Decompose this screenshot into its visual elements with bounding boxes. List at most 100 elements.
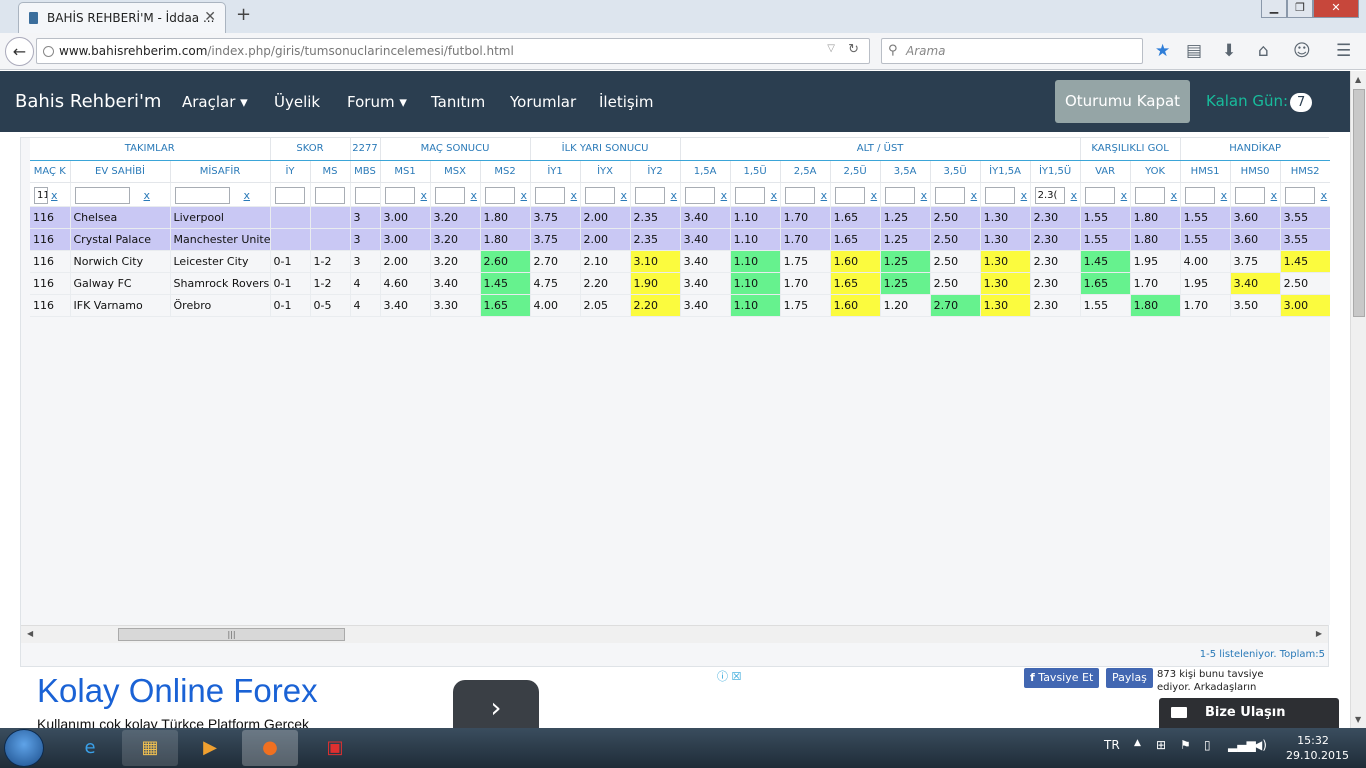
history-dropdown-icon[interactable]: ▽	[827, 43, 835, 54]
filter-input[interactable]	[684, 186, 715, 204]
column-header[interactable]: İY1	[530, 160, 581, 183]
column-header[interactable]: İYX	[580, 160, 631, 183]
column-header[interactable]: HMS0	[1230, 160, 1281, 183]
filter-input[interactable]	[434, 186, 465, 204]
filter-input[interactable]	[584, 186, 615, 204]
contact-button[interactable]: Bize Ulaşın	[1159, 698, 1339, 728]
column-header[interactable]: 2,5Ü	[830, 160, 881, 183]
clear-filter-button[interactable]: x	[871, 189, 878, 202]
filter-input[interactable]	[1284, 186, 1315, 204]
table-row[interactable]: 116 Crystal Palace Manchester United 3 3.00 3…	[30, 228, 1330, 251]
clear-filter-button[interactable]: x	[1271, 189, 1278, 202]
table-row[interactable]: 116 Norwich City Leicester City 0-1 1-2 3 2.00…	[30, 250, 1330, 273]
clear-filter-button[interactable]: x	[1021, 189, 1028, 202]
filter-input[interactable]	[274, 186, 305, 204]
filter-input[interactable]: 2.3(	[1034, 186, 1065, 204]
filter-input[interactable]	[784, 186, 815, 204]
clear-filter-button[interactable]: x	[1171, 189, 1178, 202]
column-header[interactable]: MİSAFİR	[170, 160, 271, 183]
column-header[interactable]: 1,5A	[680, 160, 731, 183]
filter-input[interactable]	[1184, 186, 1215, 204]
nav-uyelik[interactable]: Üyelik	[274, 93, 320, 111]
clear-filter-button[interactable]: x	[144, 189, 151, 202]
filter-input[interactable]	[1134, 186, 1165, 204]
filter-input[interactable]	[1234, 186, 1265, 204]
maximize-icon[interactable]: ❐	[1287, 0, 1313, 18]
back-button-icon[interactable]: ←	[5, 37, 34, 66]
column-header[interactable]: VAR	[1080, 160, 1131, 183]
column-header[interactable]: İY	[270, 160, 311, 183]
filter-input[interactable]	[984, 186, 1015, 204]
column-header[interactable]: İY1,5Ü	[1030, 160, 1081, 183]
start-button[interactable]	[4, 729, 44, 767]
browser-tab[interactable]: BAHİS REHBERİ'M - İddaa ... ✕	[18, 2, 226, 33]
table-row[interactable]: 116 IFK Varnamo Örebro 0-1 0-5 4 3.40 3.30 1.65 4…	[30, 294, 1330, 317]
tray-expand-icon[interactable]: ▲	[1134, 738, 1141, 748]
ie-icon[interactable]: e	[62, 730, 118, 766]
bookmark-star-icon[interactable]: ★	[1155, 41, 1170, 61]
column-header[interactable]: HMS1	[1180, 160, 1231, 183]
power-icon[interactable]: ▯	[1204, 738, 1211, 752]
scroll-down-icon[interactable]: ▼	[1355, 715, 1361, 724]
scroll-right-icon[interactable]: ▶	[1316, 629, 1322, 638]
search-input[interactable]: ⚲ Arama	[881, 38, 1143, 64]
horizontal-scrollbar[interactable]: ◀ ||| ▶	[21, 625, 1328, 643]
column-header[interactable]: HMS2	[1280, 160, 1330, 183]
page-scrollbar[interactable]: ▲ ▼	[1350, 71, 1366, 728]
address-bar[interactable]: www.bahisrehberim.com/index.php/giris/tu…	[36, 38, 870, 64]
clear-filter-button[interactable]: x	[1221, 189, 1228, 202]
column-header[interactable]: YOK	[1130, 160, 1181, 183]
ad-next-button[interactable]: ›	[453, 680, 539, 730]
fb-share-button[interactable]: Paylaş	[1106, 668, 1153, 688]
clear-filter-button[interactable]: x	[721, 189, 728, 202]
ad-info-icon[interactable]: ⓘ ☒	[717, 668, 741, 684]
filter-input[interactable]	[834, 186, 865, 204]
filter-input[interactable]	[354, 186, 380, 204]
clear-filter-button[interactable]: x	[921, 189, 928, 202]
filter-input[interactable]	[314, 186, 345, 204]
filter-input[interactable]	[534, 186, 565, 204]
column-header[interactable]: MAÇ K	[30, 160, 71, 183]
column-header[interactable]: MS2	[480, 160, 531, 183]
menu-icon[interactable]: ☰	[1336, 41, 1351, 61]
nav-forum[interactable]: Forum ▾	[347, 93, 407, 111]
close-window-icon[interactable]: ✕	[1313, 0, 1359, 18]
nav-araclar[interactable]: Araçlar ▾	[182, 93, 248, 111]
clear-filter-button[interactable]: x	[671, 189, 678, 202]
clear-filter-button[interactable]: x	[471, 189, 478, 202]
clear-filter-button[interactable]: x	[51, 189, 58, 202]
site-brand[interactable]: Bahis Rehberi'm	[15, 91, 161, 112]
nav-yorumlar[interactable]: Yorumlar	[510, 93, 576, 111]
reload-icon[interactable]: ↻	[848, 42, 859, 57]
clear-filter-button[interactable]: x	[771, 189, 778, 202]
column-header[interactable]: İY1,5A	[980, 160, 1031, 183]
clear-filter-button[interactable]: x	[421, 189, 428, 202]
nav-tanitim[interactable]: Tanıtım	[431, 93, 485, 111]
filter-input[interactable]	[634, 186, 665, 204]
scroll-up-icon[interactable]: ▲	[1355, 75, 1361, 84]
scrollbar-thumb[interactable]	[1353, 89, 1365, 317]
clear-filter-button[interactable]: x	[244, 189, 251, 202]
home-icon[interactable]: ⌂	[1258, 41, 1269, 61]
nav-iletisim[interactable]: İletişim	[599, 93, 653, 111]
explorer-icon[interactable]: ▦	[122, 730, 178, 766]
column-header[interactable]: İY2	[630, 160, 681, 183]
filter-input[interactable]	[1084, 186, 1115, 204]
column-header[interactable]: 3,5A	[880, 160, 931, 183]
column-header[interactable]: 2,5A	[780, 160, 831, 183]
close-tab-icon[interactable]: ✕	[204, 9, 216, 25]
column-header[interactable]: MS	[310, 160, 351, 183]
filter-input[interactable]	[74, 186, 130, 204]
filter-input[interactable]	[484, 186, 515, 204]
clear-filter-button[interactable]: x	[1121, 189, 1128, 202]
clear-filter-button[interactable]: x	[621, 189, 628, 202]
minimize-icon[interactable]: ▁	[1261, 0, 1287, 18]
volume-icon[interactable]: ◀)	[1253, 738, 1267, 752]
clear-filter-button[interactable]: x	[571, 189, 578, 202]
clear-filter-button[interactable]: x	[821, 189, 828, 202]
horizontal-scrollbar-thumb[interactable]: |||	[118, 628, 345, 641]
table-row[interactable]: 116 Galway FC Shamrock Rovers 0-1 1-2 4 4.60 3.…	[30, 272, 1330, 295]
filter-input[interactable]	[384, 186, 415, 204]
media-player-icon[interactable]: ▶	[182, 730, 238, 766]
logout-button[interactable]: Oturumu Kapat	[1055, 80, 1190, 123]
